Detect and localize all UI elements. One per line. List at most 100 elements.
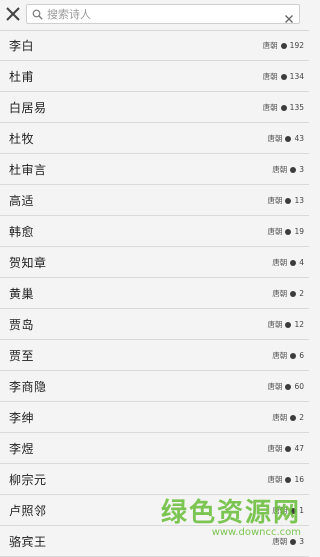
poem-count: 1 [299, 506, 304, 515]
dynasty-label: 唐朝 [267, 320, 283, 329]
dot-icon [290, 507, 297, 514]
poem-count: 2 [299, 289, 304, 298]
poet-name: 贾至 [9, 349, 35, 363]
poem-count: 3 [299, 165, 304, 174]
dynasty-label: 唐朝 [267, 196, 283, 205]
close-icon [6, 7, 20, 21]
poet-meta: 唐朝 19 [267, 226, 304, 237]
poet-row[interactable]: 杜审言 唐朝 3 [0, 154, 309, 185]
search-bar [0, 0, 309, 31]
dynasty-label: 唐朝 [272, 506, 288, 515]
poet-name: 贾岛 [9, 318, 35, 332]
poet-name: 李商隐 [9, 380, 47, 394]
dot-icon [285, 476, 292, 483]
dynasty-label: 唐朝 [272, 258, 288, 267]
poet-meta: 唐朝 13 [267, 195, 304, 206]
dot-icon [290, 290, 297, 297]
poem-count: 134 [289, 72, 304, 81]
poet-row[interactable]: 黄巢 唐朝 2 [0, 278, 309, 309]
dot-icon [280, 42, 287, 49]
poet-meta: 唐朝 3 [272, 536, 304, 547]
dot-icon [290, 166, 297, 173]
poet-meta: 唐朝 1 [272, 505, 304, 516]
clear-icon [285, 15, 293, 23]
poet-row[interactable]: 杜牧 唐朝 43 [0, 123, 309, 154]
poem-count: 13 [294, 196, 304, 205]
poet-meta: 唐朝 6 [272, 350, 304, 361]
poet-name: 韩愈 [9, 225, 35, 239]
poem-count: 135 [289, 103, 304, 112]
poem-count: 43 [294, 134, 304, 143]
poet-name: 李白 [9, 39, 35, 53]
dot-icon [285, 321, 292, 328]
dynasty-label: 唐朝 [267, 475, 283, 484]
search-input[interactable] [47, 6, 273, 22]
poet-meta: 唐朝 12 [267, 319, 304, 330]
poem-count: 2 [299, 413, 304, 422]
poet-row[interactable]: 高适 唐朝 13 [0, 185, 309, 216]
poet-row[interactable]: 白居易 唐朝 135 [0, 92, 309, 123]
dynasty-label: 唐朝 [262, 103, 278, 112]
poet-row[interactable]: 李白 唐朝 192 [0, 30, 309, 61]
poet-name: 李煜 [9, 442, 35, 456]
poet-name: 李绅 [9, 411, 35, 425]
dynasty-label: 唐朝 [272, 413, 288, 422]
poet-meta: 唐朝 2 [272, 288, 304, 299]
dot-icon [285, 445, 292, 452]
search-icon [32, 9, 43, 20]
dynasty-label: 唐朝 [262, 41, 278, 50]
poet-meta: 唐朝 135 [263, 102, 304, 113]
poem-count: 6 [299, 351, 304, 360]
poem-count: 47 [294, 444, 304, 453]
poem-count: 4 [299, 258, 304, 267]
dynasty-label: 唐朝 [272, 289, 288, 298]
poem-count: 19 [294, 227, 304, 236]
poet-row[interactable]: 李商隐 唐朝 60 [0, 371, 309, 402]
poet-name: 贺知章 [9, 256, 47, 270]
poet-row[interactable]: 杜甫 唐朝 134 [0, 61, 309, 92]
close-button[interactable] [4, 5, 22, 23]
poet-row[interactable]: 李绅 唐朝 2 [0, 402, 309, 433]
poet-row[interactable]: 骆宾王 唐朝 3 [0, 526, 309, 557]
poet-meta: 唐朝 47 [267, 443, 304, 454]
dynasty-label: 唐朝 [272, 537, 288, 546]
dynasty-label: 唐朝 [272, 165, 288, 174]
dynasty-label: 唐朝 [267, 444, 283, 453]
dot-icon [280, 73, 287, 80]
poem-count: 192 [289, 41, 304, 50]
dot-icon [285, 383, 292, 390]
poem-count: 60 [294, 382, 304, 391]
poet-meta: 唐朝 43 [267, 133, 304, 144]
poet-name: 杜牧 [9, 132, 35, 146]
poet-meta: 唐朝 3 [272, 164, 304, 175]
dynasty-label: 唐朝 [262, 72, 278, 81]
poet-meta: 唐朝 134 [263, 71, 304, 82]
poet-list: 李白 唐朝 192 杜甫 唐朝 134 白居易 唐朝 135 杜牧 唐朝 43 杜审言 唐朝 3 高适 唐朝 13… [0, 30, 309, 557]
poet-meta: 唐朝 192 [263, 40, 304, 51]
poet-name: 柳宗元 [9, 473, 47, 487]
poet-row[interactable]: 贺知章 唐朝 4 [0, 247, 309, 278]
poet-meta: 唐朝 16 [267, 474, 304, 485]
poet-row[interactable]: 贾岛 唐朝 12 [0, 309, 309, 340]
dot-icon [285, 228, 292, 235]
poet-row[interactable]: 韩愈 唐朝 19 [0, 216, 309, 247]
poet-name: 黄巢 [9, 287, 35, 301]
dynasty-label: 唐朝 [267, 134, 283, 143]
poet-name: 杜审言 [9, 163, 47, 177]
clear-button[interactable] [284, 9, 294, 23]
dynasty-label: 唐朝 [272, 351, 288, 360]
poet-name: 杜甫 [9, 70, 35, 84]
poet-meta: 唐朝 4 [272, 257, 304, 268]
poet-row[interactable]: 李煜 唐朝 47 [0, 433, 309, 464]
poem-count: 16 [294, 475, 304, 484]
dot-icon [285, 135, 292, 142]
poet-name: 高适 [9, 194, 35, 208]
dynasty-label: 唐朝 [267, 227, 283, 236]
poet-row[interactable]: 贾至 唐朝 6 [0, 340, 309, 371]
dot-icon [285, 197, 292, 204]
poet-row[interactable]: 卢照邻 唐朝 1 [0, 495, 309, 526]
poet-meta: 唐朝 60 [267, 381, 304, 392]
poet-row[interactable]: 柳宗元 唐朝 16 [0, 464, 309, 495]
dot-icon [290, 259, 297, 266]
search-box[interactable] [26, 4, 300, 24]
